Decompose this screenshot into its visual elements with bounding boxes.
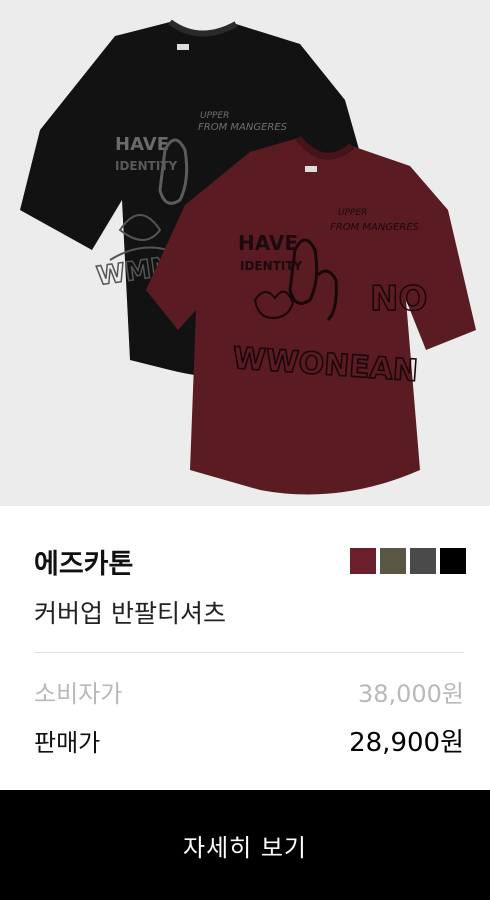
svg-text:IDENTITY: IDENTITY bbox=[115, 159, 178, 173]
sale-price-value: 28,900원 bbox=[349, 728, 464, 758]
color-swatch-black[interactable] bbox=[440, 548, 466, 574]
sale-price-row: 판매가 28,900원 bbox=[34, 722, 464, 759]
color-swatches bbox=[350, 548, 466, 574]
tshirt-illustration: HAVE IDENTITY UPPER FROM MANGERES WMM HA… bbox=[20, 19, 476, 495]
color-swatch-burgundy[interactable] bbox=[350, 548, 376, 574]
svg-text:FROM MANGERES: FROM MANGERES bbox=[330, 222, 420, 233]
view-details-button[interactable]: 자세히 보기 bbox=[0, 790, 490, 900]
retail-price-label: 소비자가 bbox=[34, 680, 123, 708]
svg-text:UPPER: UPPER bbox=[200, 111, 229, 121]
sale-price-label: 판매가 bbox=[34, 729, 101, 757]
color-swatch-khaki[interactable] bbox=[380, 548, 406, 574]
color-swatch-charcoal[interactable] bbox=[410, 548, 436, 574]
svg-text:HAVE: HAVE bbox=[115, 134, 169, 155]
svg-text:UPPER: UPPER bbox=[338, 208, 367, 218]
product-name: 커버업 반팔티셔츠 bbox=[34, 599, 226, 628]
product-info: 에즈카톤 커버업 반팔티셔츠 소비자가 38,000원 판매가 28,900원 bbox=[0, 506, 490, 790]
retail-price-value: 38,000원 bbox=[357, 680, 464, 708]
svg-text:NO: NO bbox=[370, 279, 427, 319]
product-image[interactable]: HAVE IDENTITY UPPER FROM MANGERES WMM HA… bbox=[0, 0, 490, 506]
svg-text:FROM MANGERES: FROM MANGERES bbox=[198, 122, 288, 133]
svg-text:HAVE: HAVE bbox=[238, 231, 298, 255]
brand-name: 에즈카톤 bbox=[34, 549, 134, 580]
divider bbox=[34, 652, 464, 653]
retail-price-row: 소비자가 38,000원 bbox=[34, 674, 464, 709]
